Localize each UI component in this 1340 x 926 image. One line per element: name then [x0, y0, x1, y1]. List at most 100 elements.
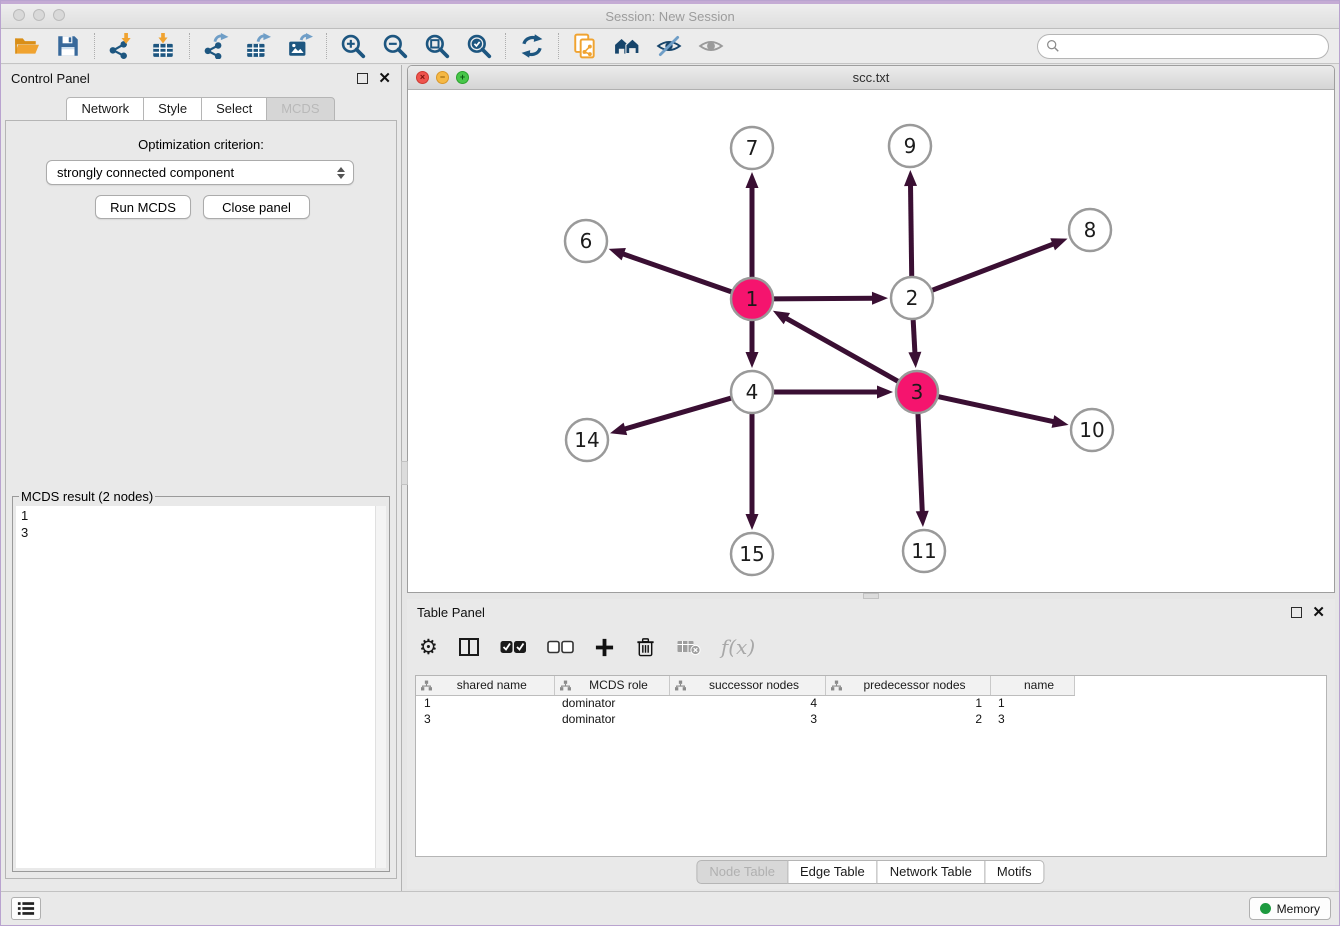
optimization-criterion-select[interactable]: strongly connected component — [46, 160, 354, 185]
edge-1-6[interactable] — [622, 254, 734, 293]
column-header-mcds-role[interactable]: MCDS role — [554, 676, 669, 695]
table-cell[interactable]: 1 — [990, 695, 1074, 711]
mcds-result-text[interactable]: 1 3 — [16, 506, 386, 542]
app-zoom-button[interactable] — [53, 9, 65, 21]
mcds-panel: Optimization criterion: strongly connect… — [5, 120, 397, 879]
close-panel-button[interactable]: Close panel — [203, 195, 310, 219]
zoom-fit-button[interactable] — [420, 31, 454, 61]
column-tree-icon — [560, 680, 571, 694]
trash-icon — [635, 636, 656, 658]
mcds-result-area[interactable]: 1 3 — [16, 506, 386, 868]
edge-3-10[interactable] — [936, 396, 1055, 422]
save-session-button[interactable] — [51, 31, 85, 61]
app-title: Session: New Session — [1, 1, 1339, 31]
tab-select[interactable]: Select — [201, 97, 267, 121]
zoom-in-button[interactable] — [336, 31, 370, 61]
network-close-button[interactable]: × — [416, 71, 429, 84]
close-panel-icon[interactable]: ✕ — [378, 73, 391, 84]
import-network-button[interactable] — [104, 31, 138, 61]
table-cell[interactable]: dominator — [554, 695, 669, 711]
node-label-11: 11 — [911, 539, 936, 563]
network-window-titlebar[interactable]: × − + scc.txt — [408, 66, 1334, 90]
float-panel-icon[interactable] — [357, 73, 368, 84]
edge-1-2[interactable] — [771, 298, 874, 299]
result-scrollbar[interactable] — [375, 506, 386, 868]
export-network-button[interactable] — [199, 31, 233, 61]
table-cell[interactable]: 3 — [990, 711, 1074, 727]
clone-network-button[interactable] — [568, 31, 602, 61]
clone-network-icon — [572, 33, 598, 59]
export-image-button[interactable] — [283, 31, 317, 61]
import-table-button[interactable] — [146, 31, 180, 61]
node-label-9: 9 — [904, 134, 917, 158]
float-table-panel-icon[interactable] — [1291, 607, 1302, 618]
add-column-button[interactable] — [594, 637, 615, 658]
tab-style[interactable]: Style — [143, 97, 202, 121]
memory-button[interactable]: Memory — [1249, 897, 1331, 920]
zoom-selected-button[interactable] — [462, 31, 496, 61]
edge-arrowhead — [610, 423, 627, 435]
node-label-1: 1 — [746, 287, 759, 311]
node-label-15: 15 — [739, 542, 764, 566]
node-label-6: 6 — [580, 229, 593, 253]
select-all-button[interactable] — [500, 639, 527, 655]
table-cell[interactable]: dominator — [554, 711, 669, 727]
node-label-3: 3 — [911, 380, 924, 404]
refresh-view-button[interactable] — [515, 31, 549, 61]
table-cell[interactable]: 3 — [669, 711, 825, 727]
tab-node-table[interactable]: Node Table — [696, 860, 788, 884]
eye-icon — [698, 33, 724, 59]
export-table-button[interactable] — [241, 31, 275, 61]
show-all-button[interactable] — [694, 31, 728, 61]
column-tree-icon — [421, 680, 432, 694]
show-columns-button[interactable] — [458, 636, 480, 658]
tab-edge-table[interactable]: Edge Table — [787, 860, 878, 884]
delete-column-button[interactable] — [635, 636, 656, 658]
column-header-name[interactable]: name — [990, 676, 1074, 695]
hide-selected-button[interactable] — [652, 31, 686, 61]
zoom-out-button[interactable] — [378, 31, 412, 61]
edge-2-8[interactable] — [930, 244, 1055, 292]
tab-network-table[interactable]: Network Table — [877, 860, 985, 884]
network-canvas-area[interactable]: 1234678910111415 — [408, 90, 1334, 592]
edge-3-11[interactable] — [918, 411, 922, 513]
network-zoom-button[interactable]: + — [456, 71, 469, 84]
table-cell[interactable]: 1 — [825, 695, 990, 711]
memory-label: Memory — [1277, 902, 1320, 916]
tab-mcds[interactable]: MCDS — [266, 97, 334, 121]
column-header-predecessor-nodes[interactable]: predecessor nodes — [825, 676, 990, 695]
tab-network[interactable]: Network — [66, 97, 144, 121]
edge-2-9[interactable] — [911, 184, 912, 279]
network-minimize-button[interactable]: − — [436, 71, 449, 84]
edge-4-14[interactable] — [623, 397, 733, 429]
table-row[interactable]: 3dominator323 — [416, 711, 1074, 727]
tab-motifs[interactable]: Motifs — [984, 860, 1045, 884]
table-cell[interactable]: 1 — [416, 695, 554, 711]
run-mcds-button[interactable]: Run MCDS — [95, 195, 191, 219]
vertical-splitter-handle[interactable] — [401, 461, 408, 485]
first-neighbors-button[interactable] — [610, 31, 644, 61]
table-settings-button[interactable]: ⚙ — [419, 637, 438, 658]
edge-3-1[interactable] — [785, 318, 900, 383]
table-cell[interactable]: 3 — [416, 711, 554, 727]
network-canvas[interactable]: 1234678910111415 — [408, 90, 1334, 592]
table-row[interactable]: 1dominator411 — [416, 695, 1074, 711]
save-floppy-icon — [55, 33, 81, 59]
table-cell[interactable]: 4 — [669, 695, 825, 711]
network-window-title: scc.txt — [408, 66, 1334, 90]
task-history-button[interactable] — [11, 897, 41, 920]
edge-2-3[interactable] — [913, 317, 915, 354]
deselect-all-button[interactable] — [547, 639, 574, 655]
optimization-criterion-label: Optimization criterion: — [6, 137, 396, 152]
app-close-button[interactable] — [13, 9, 25, 21]
refresh-icon — [519, 33, 545, 59]
column-header-shared-name[interactable]: shared name — [416, 676, 554, 695]
column-header-successor-nodes[interactable]: successor nodes — [669, 676, 825, 695]
open-session-button[interactable] — [9, 31, 43, 61]
search-input[interactable] — [1065, 39, 1320, 54]
search-field[interactable] — [1037, 34, 1329, 59]
table-cell[interactable]: 2 — [825, 711, 990, 727]
app-minimize-button[interactable] — [33, 9, 45, 21]
toolbar-separator — [94, 33, 95, 59]
close-table-panel-icon[interactable]: ✕ — [1312, 607, 1325, 618]
